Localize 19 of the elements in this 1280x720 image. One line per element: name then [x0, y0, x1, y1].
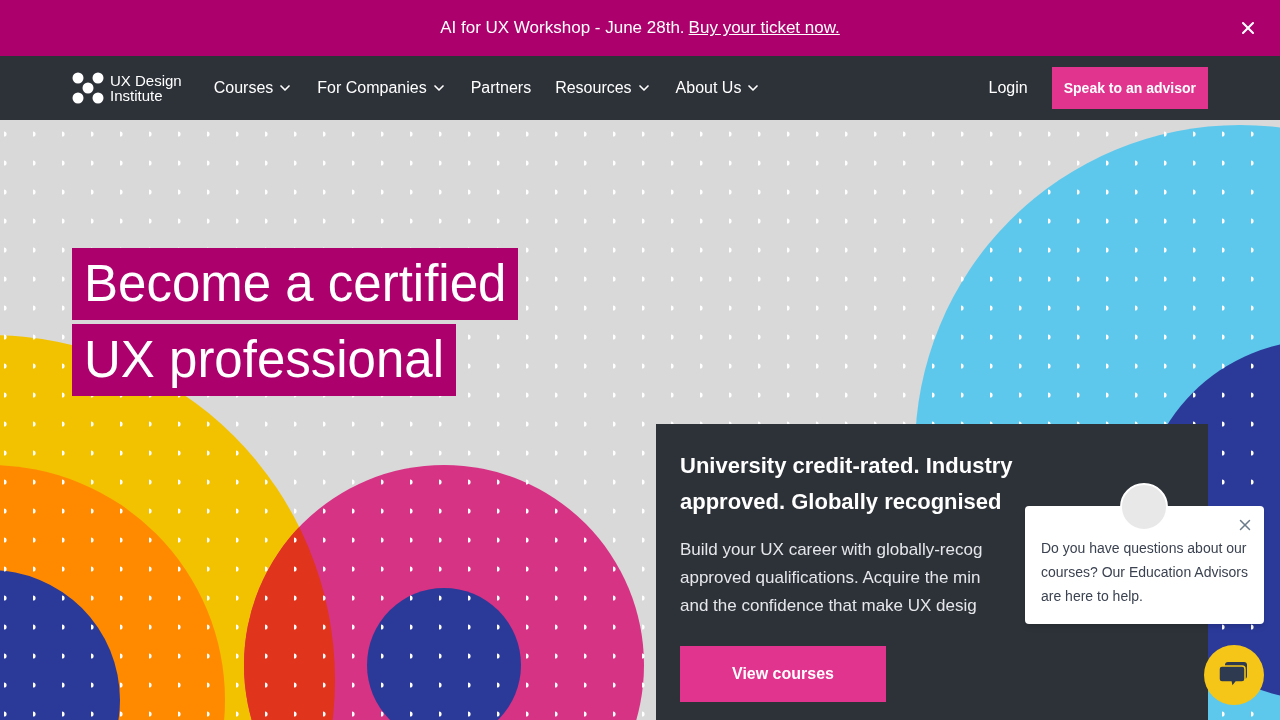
- view-courses-button[interactable]: View courses: [680, 646, 886, 702]
- advisor-button[interactable]: Speak to an advisor: [1051, 67, 1208, 109]
- card-heading: University credit-rated. Industry approved. Globally recognised: [680, 452, 1014, 516]
- card-text: and the confidence that make UX desig: [680, 595, 977, 617]
- ticket-link[interactable]: Buy your ticket now.: [688, 15, 840, 41]
- nav-link[interactable]: About Us: [675, 76, 762, 100]
- hero-title: UX professional: [72, 324, 456, 396]
- login-link[interactable]: Login: [988, 76, 1028, 100]
- announcement-text: AI for UX Workshop - June 28th.: [440, 17, 685, 40]
- logo-text: Institute: [110, 88, 163, 103]
- nav-link[interactable]: For Companies: [317, 76, 447, 100]
- nav-link[interactable]: Partners: [470, 76, 532, 100]
- nav-link[interactable]: Courses: [213, 76, 294, 100]
- card-text: approved qualifications. Acquire the min: [680, 567, 981, 589]
- logo-dots-icon: [72, 72, 104, 104]
- hero-title: Become a certified: [72, 248, 519, 320]
- chat-message: Do you have questions about our courses? Our Education Advisors are here to help.: [1041, 539, 1249, 606]
- card-text: Build your UX career with globally-recog: [680, 539, 983, 561]
- nav-link[interactable]: Resources: [555, 76, 652, 100]
